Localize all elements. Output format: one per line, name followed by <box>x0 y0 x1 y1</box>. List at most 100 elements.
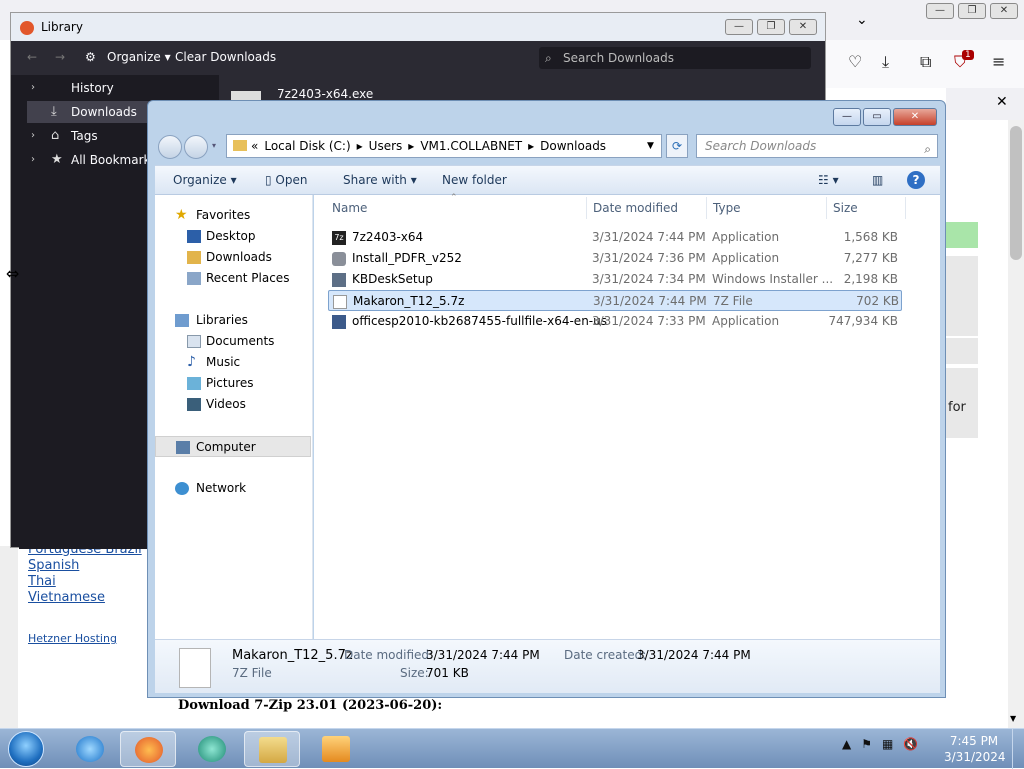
column-header-size[interactable]: Size <box>833 201 858 215</box>
taskbar-media-player[interactable] <box>308 731 364 767</box>
library-titlebar: Library <box>11 13 825 41</box>
recent-pages-dropdown-icon[interactable]: ▾ <box>212 141 216 150</box>
clock[interactable]: 7:45 PM 3/31/2024 <box>944 733 1006 765</box>
explorer-close-button[interactable]: ✕ <box>893 108 937 126</box>
share-with-button[interactable]: Share with ▾ <box>343 173 417 187</box>
notification-bar: ✕ <box>946 88 1024 120</box>
nav-favorites[interactable]: ★ Favorites <box>155 205 311 226</box>
documents-icon <box>187 335 201 348</box>
column-divider[interactable] <box>905 197 906 219</box>
volume-muted-icon[interactable]: 🔇 <box>903 737 918 751</box>
file-row[interactable]: KBDeskSetup 3/31/2024 7:34 PM Windows In… <box>328 269 902 290</box>
forward-button[interactable] <box>184 135 208 159</box>
breadcrumb-separator-icon[interactable]: ▸ <box>528 135 534 157</box>
star-icon: ★ <box>51 152 63 167</box>
column-header-date-modified[interactable]: Date modified <box>593 201 678 215</box>
search-icon[interactable]: ⌕ <box>924 138 931 160</box>
nav-music[interactable]: ♪ Music <box>155 352 311 373</box>
file-size: 747,934 KB <box>828 314 898 328</box>
back-arrow-icon[interactable]: ← <box>27 50 37 64</box>
library-restore-button[interactable]: ❐ <box>757 19 785 35</box>
organize-menu[interactable]: Organize ▾ <box>107 50 171 64</box>
computer-icon <box>176 441 190 454</box>
taskbar-explorer[interactable] <box>244 731 300 767</box>
file-row[interactable]: Install_PDFR_v252 3/31/2024 7:36 PM Appl… <box>328 248 902 269</box>
forward-arrow-icon[interactable]: → <box>55 50 65 64</box>
language-link[interactable]: Spanish <box>28 558 142 574</box>
language-link[interactable]: Vietnamese <box>28 590 142 606</box>
column-divider[interactable] <box>706 197 707 219</box>
nav-network[interactable]: Network <box>155 478 311 499</box>
show-hidden-icons-icon[interactable]: ▲ <box>842 737 851 751</box>
taskbar-chat-app[interactable] <box>184 731 240 767</box>
new-folder-button[interactable]: New folder <box>442 173 507 187</box>
download-item-name[interactable]: 7z2403-x64.exe <box>277 87 373 101</box>
scrollbar-thumb[interactable] <box>1010 126 1022 260</box>
clear-downloads-button[interactable]: Clear Downloads <box>175 50 276 64</box>
gear-icon[interactable]: ⚙ <box>85 50 96 64</box>
firefox-icon <box>135 737 163 763</box>
column-header-type[interactable]: Type <box>713 201 741 215</box>
nav-desktop[interactable]: Desktop <box>155 226 311 247</box>
file-row-selected[interactable]: Makaron_T12_5.7z 3/31/2024 7:44 PM 7Z Fi… <box>328 290 902 311</box>
explorer-maximize-button[interactable]: ▭ <box>863 108 891 126</box>
help-icon[interactable]: ? <box>907 171 925 189</box>
nav-videos[interactable]: Videos <box>155 394 311 415</box>
open-button[interactable]: ▯ Open <box>265 173 307 187</box>
show-desktop-button[interactable] <box>1012 729 1024 769</box>
browser-minimize-button[interactable]: — <box>926 3 954 19</box>
downloads-toolbar-icon[interactable]: ⤓ <box>882 52 889 72</box>
start-button[interactable] <box>8 731 44 767</box>
nav-recent-places[interactable]: Recent Places <box>155 268 311 289</box>
library-minimize-button[interactable]: — <box>725 19 753 35</box>
address-dropdown-icon[interactable]: ▼ <box>647 135 654 157</box>
library-search-input[interactable]: ⌕ Search Downloads <box>539 47 811 69</box>
breadcrumb-separator-icon[interactable]: ▸ <box>408 135 414 157</box>
nav-documents[interactable]: Documents <box>155 331 311 352</box>
breadcrumb-overflow[interactable]: « <box>251 135 258 157</box>
notification-close-icon[interactable]: ✕ <box>996 94 1008 110</box>
file-date: 3/31/2024 7:44 PM <box>592 230 706 244</box>
file-row[interactable]: 7z 7z2403-x64 3/31/2024 7:44 PM Applicat… <box>328 227 902 248</box>
breadcrumb-item[interactable]: Local Disk (C:) <box>264 135 350 157</box>
hosting-link[interactable]: Hetzner Hosting <box>28 632 117 645</box>
taskbar-firefox[interactable] <box>120 731 176 767</box>
breadcrumb-item[interactable]: VM1.COLLABNET <box>420 135 522 157</box>
nav-libraries[interactable]: Libraries <box>155 310 311 331</box>
library-close-button[interactable]: ✕ <box>789 19 817 35</box>
nav-computer[interactable]: Computer <box>155 436 311 457</box>
nav-pictures[interactable]: Pictures <box>155 373 311 394</box>
column-divider[interactable] <box>826 197 827 219</box>
browser-restore-button[interactable]: ❐ <box>958 3 986 19</box>
breadcrumb-item[interactable]: Downloads <box>540 135 606 157</box>
address-bar[interactable]: « Local Disk (C:) ▸ Users ▸ VM1.COLLABNE… <box>226 134 662 158</box>
back-button[interactable] <box>158 135 182 159</box>
breadcrumb-item[interactable]: Users <box>369 135 403 157</box>
chevron-right-icon[interactable]: › <box>31 77 35 99</box>
file-row[interactable]: officesp2010-kb2687455-fullfile-x64-en-u… <box>328 311 902 332</box>
tab-list-chevron-icon[interactable]: ⌄ <box>856 12 868 28</box>
taskbar-internet-explorer[interactable] <box>62 731 118 767</box>
breadcrumb-separator-icon[interactable]: ▸ <box>357 135 363 157</box>
preview-pane-icon[interactable]: ▥ <box>872 173 883 187</box>
explorer-minimize-button[interactable]: — <box>833 108 861 126</box>
nav-downloads[interactable]: Downloads <box>155 247 311 268</box>
refresh-button[interactable]: ⟳ <box>666 134 688 158</box>
column-divider[interactable] <box>586 197 587 219</box>
nav-label: Downloads <box>206 250 272 264</box>
chevron-right-icon[interactable]: › <box>31 125 35 147</box>
extensions-icon[interactable]: ⧉ <box>920 52 931 72</box>
pocket-icon[interactable]: ♡ <box>848 52 862 71</box>
view-options-icon[interactable]: ☷ ▾ <box>818 173 839 187</box>
column-header-name[interactable]: Name <box>332 201 367 215</box>
sidebar-item-history[interactable]: › History <box>27 77 219 99</box>
menu-icon[interactable]: ≡ <box>992 52 1005 71</box>
language-link[interactable]: Thai <box>28 574 142 590</box>
action-center-flag-icon[interactable]: ⚑ <box>861 737 872 751</box>
explorer-search-input[interactable]: Search Downloads ⌕ <box>696 134 938 158</box>
chevron-right-icon[interactable]: › <box>31 149 35 171</box>
network-tray-icon[interactable]: ▦ <box>882 737 893 751</box>
organize-button[interactable]: Organize ▾ <box>173 173 237 187</box>
scroll-down-icon[interactable]: ▼ <box>1010 714 1016 723</box>
browser-close-button[interactable]: ✕ <box>990 3 1018 19</box>
